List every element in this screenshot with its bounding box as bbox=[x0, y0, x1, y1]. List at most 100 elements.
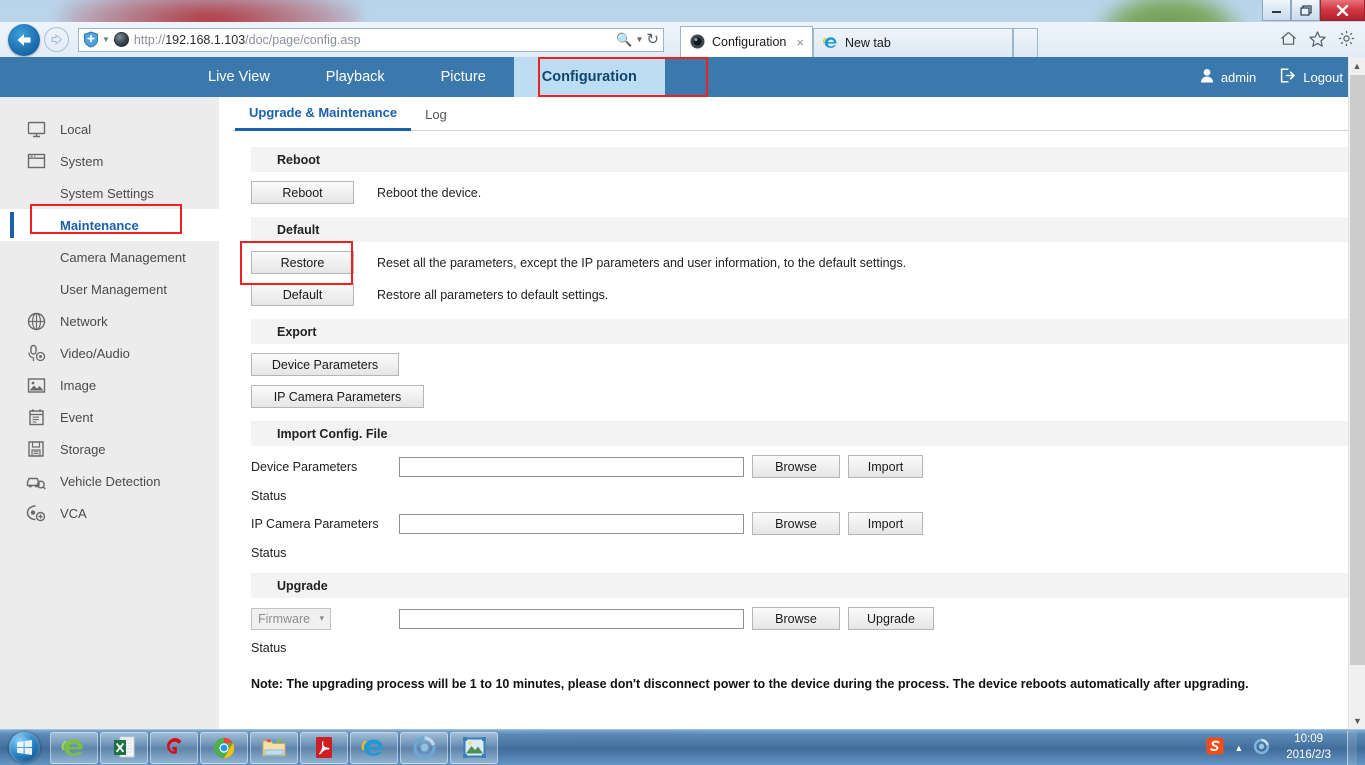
import-ipcamera-path-input[interactable] bbox=[399, 514, 744, 534]
taskbar-item-browser-blue[interactable] bbox=[400, 732, 448, 764]
picture-icon bbox=[26, 375, 46, 395]
page-scrollbar[interactable]: ▲ ▼ bbox=[1348, 57, 1365, 729]
camera-favicon bbox=[690, 34, 706, 50]
import-device-label: Device Parameters bbox=[251, 460, 399, 474]
address-bar-url: http://192.168.1.103/doc/page/config.asp bbox=[134, 33, 361, 47]
nav-item-picture[interactable]: Picture bbox=[413, 57, 514, 97]
browser-tab-new-tab[interactable]: New tab bbox=[813, 28, 1013, 57]
taskbar-item-g-app[interactable] bbox=[150, 732, 198, 764]
scroll-down-icon[interactable]: ▼ bbox=[1349, 712, 1365, 729]
refresh-icon[interactable]: ↻ bbox=[646, 32, 659, 47]
taskbar-item-excel[interactable] bbox=[100, 732, 148, 764]
sidebar-item-system-settings[interactable]: System Settings bbox=[0, 177, 219, 209]
sidebar-item-image[interactable]: Image bbox=[0, 369, 219, 401]
sidebar-item-label: Camera Management bbox=[60, 250, 186, 265]
sidebar-item-network[interactable]: Network bbox=[0, 305, 219, 337]
ie-icon bbox=[823, 35, 839, 51]
home-icon[interactable] bbox=[1280, 31, 1297, 48]
sidebar-item-user-management[interactable]: User Management bbox=[0, 273, 219, 305]
search-icon[interactable]: 🔍 bbox=[616, 33, 632, 46]
default-row: Default Restore all parameters to defaul… bbox=[251, 283, 1349, 306]
upgrade-type-select[interactable]: Firmware ▾ bbox=[251, 608, 331, 630]
scroll-up-icon[interactable]: ▲ bbox=[1349, 57, 1365, 74]
browser-tab-title: Configuration bbox=[712, 35, 786, 49]
sidebar-item-storage[interactable]: Storage bbox=[0, 433, 219, 465]
new-tab-button[interactable] bbox=[1013, 28, 1038, 57]
import-ipcamera-status: Status bbox=[251, 546, 1349, 560]
nav-item-configuration[interactable]: Configuration bbox=[514, 57, 665, 97]
tab-close-icon[interactable]: × bbox=[796, 35, 804, 50]
calendar-icon bbox=[26, 407, 46, 427]
upgrade-browse-button[interactable]: Browse bbox=[752, 607, 840, 630]
clock-time: 10:09 bbox=[1286, 732, 1331, 748]
restore-button[interactable] bbox=[1291, 0, 1320, 21]
taskbar-item-internet-explorer[interactable] bbox=[350, 732, 398, 764]
sidebar-item-label: Network bbox=[60, 314, 108, 329]
upgrade-path-input[interactable] bbox=[399, 609, 744, 629]
taskbar-item-folder[interactable] bbox=[250, 732, 298, 764]
gear-icon[interactable] bbox=[1338, 30, 1355, 49]
nav-item-playback[interactable]: Playback bbox=[298, 57, 413, 97]
import-ipcamera-import-button[interactable]: Import bbox=[848, 512, 923, 535]
section-header-export: Export bbox=[251, 319, 1349, 344]
sidebar-item-camera-management[interactable]: Camera Management bbox=[0, 241, 219, 273]
content-panel: Upgrade & Maintenance Log Reboot Reboot … bbox=[219, 97, 1365, 729]
back-icon[interactable] bbox=[8, 24, 40, 56]
reboot-button[interactable]: Reboot bbox=[251, 181, 354, 204]
chevron-up-icon[interactable]: ▲ bbox=[1234, 743, 1243, 753]
minimize-button[interactable] bbox=[1262, 0, 1291, 21]
logout-button[interactable]: Logout bbox=[1272, 68, 1351, 86]
compatibility-shield-icon[interactable] bbox=[83, 31, 100, 49]
browser-blue-icon[interactable] bbox=[1253, 738, 1270, 758]
floppy-icon bbox=[26, 439, 46, 459]
sidebar-item-system[interactable]: System bbox=[0, 145, 219, 177]
start-button[interactable] bbox=[0, 731, 48, 765]
nav-item-live-view[interactable]: Live View bbox=[180, 57, 298, 97]
import-ipcamera-browse-button[interactable]: Browse bbox=[752, 512, 840, 535]
search-dropdown-icon[interactable]: ▼ bbox=[636, 36, 644, 44]
section-header-reboot: Reboot bbox=[251, 147, 1349, 172]
import-device-browse-button[interactable]: Browse bbox=[752, 455, 840, 478]
app-nav-user-area: admin Logout bbox=[1192, 57, 1365, 97]
forward-icon[interactable] bbox=[44, 27, 69, 52]
tab-log[interactable]: Log bbox=[411, 107, 461, 130]
taskbar-item-adobe-reader[interactable] bbox=[300, 732, 348, 764]
sidebar-item-label: System Settings bbox=[60, 186, 154, 201]
browser-tab-configuration[interactable]: Configuration × bbox=[680, 26, 813, 57]
show-desktop-button[interactable] bbox=[1347, 731, 1357, 765]
sogou-icon[interactable] bbox=[1206, 737, 1224, 758]
sidebar-item-local[interactable]: Local bbox=[0, 113, 219, 145]
taskbar-item-internet-explorer-green[interactable] bbox=[50, 732, 98, 764]
upgrade-note: Note: The upgrading process will be 1 to… bbox=[251, 677, 1349, 691]
sidebar-item-vca[interactable]: VCA bbox=[0, 497, 219, 529]
scrollbar-thumb[interactable] bbox=[1350, 75, 1365, 665]
address-bar[interactable]: ▼ http://192.168.1.103/doc/page/config.a… bbox=[78, 28, 664, 52]
sidebar-item-label: Vehicle Detection bbox=[60, 474, 160, 489]
restore-button[interactable]: Restore bbox=[251, 251, 354, 274]
import-device-path-input[interactable] bbox=[399, 457, 744, 477]
app-navigation-bar: Live View Playback Picture Configuration… bbox=[0, 57, 1365, 97]
close-button[interactable] bbox=[1320, 0, 1365, 21]
export-ip-camera-parameters-button[interactable]: IP Camera Parameters bbox=[251, 385, 424, 408]
star-icon[interactable] bbox=[1309, 31, 1326, 49]
chevron-down-icon: ▾ bbox=[319, 613, 324, 624]
taskbar-item-chrome[interactable] bbox=[200, 732, 248, 764]
default-button[interactable]: Default bbox=[251, 283, 354, 306]
app-nav-menu: Live View Playback Picture Configuration bbox=[180, 57, 665, 97]
restore-row: Restore Reset all the parameters, except… bbox=[251, 251, 1349, 274]
import-device-import-button[interactable]: Import bbox=[848, 455, 923, 478]
sidebar-item-video-audio[interactable]: Video/Audio bbox=[0, 337, 219, 369]
export-device-parameters-button[interactable]: Device Parameters bbox=[251, 353, 399, 376]
sidebar-item-vehicle-detection[interactable]: Vehicle Detection bbox=[0, 465, 219, 497]
tab-upgrade-maintenance[interactable]: Upgrade & Maintenance bbox=[235, 105, 411, 131]
taskbar-item-photo-viewer[interactable] bbox=[450, 732, 498, 764]
vca-icon bbox=[26, 503, 46, 523]
page-favicon bbox=[114, 32, 129, 47]
sidebar-item-event[interactable]: Event bbox=[0, 401, 219, 433]
upgrade-button[interactable]: Upgrade bbox=[848, 607, 934, 630]
url-host: 192.168.1.103 bbox=[165, 33, 245, 47]
taskbar-clock[interactable]: 10:09 2016/2/3 bbox=[1280, 732, 1337, 763]
reboot-row: Reboot Reboot the device. bbox=[251, 181, 1349, 204]
sidebar-item-maintenance[interactable]: Maintenance bbox=[0, 209, 219, 241]
shield-dropdown-icon[interactable]: ▼ bbox=[102, 35, 110, 44]
